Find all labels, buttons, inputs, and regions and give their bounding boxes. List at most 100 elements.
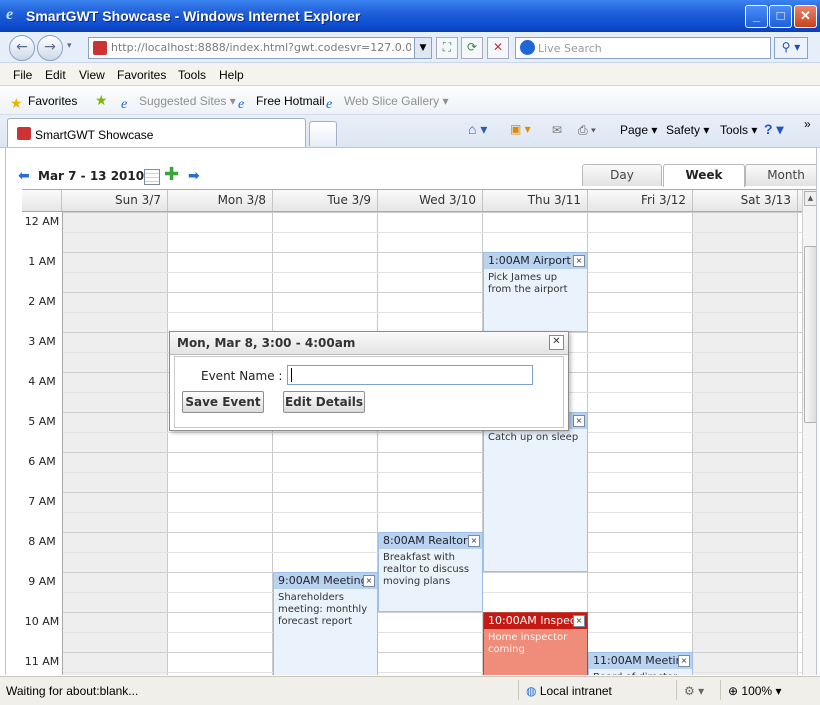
zoom-icon: ⊕ xyxy=(728,684,739,698)
protected-mode-icon[interactable]: ⚙ ▾ xyxy=(684,684,704,698)
back-button[interactable]: ← xyxy=(9,35,35,61)
close-window-button[interactable]: ✕ xyxy=(794,5,817,28)
search-button[interactable]: ⚲ ▾ xyxy=(774,37,808,59)
help-icon[interactable]: ? ▾ xyxy=(764,121,783,138)
history-dropdown-icon[interactable]: ▾ xyxy=(67,41,72,51)
day-header[interactable]: Thu 3/11 xyxy=(483,190,588,211)
free-hotmail-link[interactable]: e Free Hotmail xyxy=(238,94,325,112)
ie-logo-icon: e xyxy=(6,6,14,23)
feeds-icon[interactable]: ▣ ▾ xyxy=(510,122,531,136)
half-hour-line xyxy=(22,632,802,633)
dialog-form: Event Name : Save Event Edit Details xyxy=(174,356,564,428)
day-column[interactable] xyxy=(63,212,168,675)
edit-details-button[interactable]: Edit Details xyxy=(283,391,365,413)
calendar-event[interactable]: × Catch up on sleep xyxy=(483,412,588,572)
previous-week-arrow-icon[interactable]: ⬅ xyxy=(18,169,32,183)
menu-favorites[interactable]: Favorites xyxy=(117,68,166,82)
maximize-button[interactable]: □ xyxy=(769,5,792,28)
add-favorite-icon[interactable]: ★ xyxy=(95,92,108,109)
scroll-up-arrow-icon[interactable]: ▲ xyxy=(804,191,816,206)
tab-day[interactable]: Day xyxy=(582,164,662,186)
delete-event-icon[interactable]: × xyxy=(363,575,375,587)
next-week-arrow-icon[interactable]: ➡ xyxy=(188,169,202,183)
day-column[interactable] xyxy=(693,212,798,675)
time-column: 12 AM 1 AM 2 AM 3 AM 4 AM 5 AM 6 AM 7 AM 8 AM 9 A… xyxy=(22,212,63,675)
event-title-text: 10:00AM Inspect xyxy=(488,614,581,627)
menu-file[interactable]: File xyxy=(13,68,32,82)
calendar-event[interactable]: 1:00AM Airport r × Pick James up from the … xyxy=(483,252,588,332)
day-column[interactable] xyxy=(168,212,273,675)
home-icon[interactable]: ⌂ ▾ xyxy=(468,121,487,138)
delete-event-icon[interactable]: × xyxy=(678,655,690,667)
day-column[interactable] xyxy=(588,212,693,675)
search-placeholder[interactable]: Live Search xyxy=(538,42,602,55)
day-header[interactable]: Tue 3/9 xyxy=(273,190,378,211)
calendar-event[interactable]: 9:00AM Meeting × Shareholders meeting: mon… xyxy=(273,572,378,675)
read-mail-icon[interactable]: ✉ xyxy=(552,123,562,137)
status-divider xyxy=(518,680,519,700)
address-field[interactable]: http://localhost:8888/index.html?gwt.cod… xyxy=(88,37,432,59)
url-text[interactable]: http://localhost:8888/index.html?gwt.cod… xyxy=(111,41,411,54)
print-icon[interactable]: ⎙ ▾ xyxy=(578,123,596,138)
calendar-event[interactable]: 8:00AM Realtor × Breakfast with realtor to… xyxy=(378,532,483,612)
stop-icon[interactable]: ✕ xyxy=(487,37,509,59)
tab-week[interactable]: Week xyxy=(663,164,745,187)
zoom-control[interactable]: ⊕ 100% ▾ xyxy=(728,684,781,698)
header-spacer xyxy=(22,190,62,211)
menu-edit[interactable]: Edit xyxy=(45,68,66,82)
calendar-scrollbar[interactable]: ▲ xyxy=(802,190,816,675)
suggested-sites-link[interactable]: e Suggested Sites ▾ xyxy=(121,94,236,112)
day-header[interactable]: Sat 3/13 xyxy=(693,190,798,211)
event-title[interactable]: 9:00AM Meeting × xyxy=(274,573,377,589)
safety-menu[interactable]: Safety ▾ xyxy=(666,123,709,137)
compatibility-view-icon[interactable]: ⛶ xyxy=(436,37,458,59)
status-divider xyxy=(676,680,677,700)
day-header[interactable]: Fri 3/12 xyxy=(588,190,693,211)
add-event-icon[interactable]: ✚ xyxy=(164,166,179,184)
address-dropdown-icon[interactable]: ▼ xyxy=(414,38,431,58)
day-header[interactable]: Wed 3/10 xyxy=(378,190,483,211)
minimize-button[interactable]: _ xyxy=(745,5,768,28)
security-zone[interactable]: ◍ Local intranet xyxy=(526,684,612,698)
address-toolbar: ← → ▾ http://localhost:8888/index.html?g… xyxy=(0,32,820,63)
tools-menu[interactable]: Tools ▾ xyxy=(720,123,757,137)
web-slice-gallery-link[interactable]: e Web Slice Gallery ▾ xyxy=(326,94,449,112)
window-title: SmartGWT Showcase - Windows Internet Exp… xyxy=(26,8,361,24)
event-title[interactable]: 11:00AM Meetin × xyxy=(589,653,692,669)
favorites-button[interactable]: ★ Favorites xyxy=(10,94,77,110)
save-event-button[interactable]: Save Event xyxy=(182,391,264,413)
menu-help[interactable]: Help xyxy=(219,68,244,82)
forward-button[interactable]: → xyxy=(37,35,63,61)
event-title[interactable]: 1:00AM Airport r × xyxy=(484,253,587,269)
day-header[interactable]: Mon 3/8 xyxy=(168,190,273,211)
delete-event-icon[interactable]: × xyxy=(573,255,585,267)
menu-tools[interactable]: Tools xyxy=(178,68,206,82)
page-menu[interactable]: Page ▾ xyxy=(620,123,657,137)
event-name-input[interactable] xyxy=(287,365,533,385)
tab-month[interactable]: Month xyxy=(745,164,816,186)
calendar-event[interactable]: 11:00AM Meetin×Board of director xyxy=(588,652,693,675)
menu-view[interactable]: View xyxy=(79,68,105,82)
title-bar: e SmartGWT Showcase - Windows Internet E… xyxy=(0,0,820,32)
refresh-icon[interactable]: ⟳ xyxy=(461,37,483,59)
delete-event-icon[interactable]: × xyxy=(468,535,480,547)
day-header[interactable]: Sun 3/7 xyxy=(63,190,168,211)
new-tab-button[interactable] xyxy=(309,121,337,146)
scrollbar-thumb[interactable] xyxy=(804,246,816,423)
status-bar: Waiting for about:blank... ◍ Local intra… xyxy=(0,676,820,705)
half-hour-line xyxy=(22,272,802,273)
hour-line xyxy=(22,612,802,613)
hour-line xyxy=(22,452,802,453)
hour-label: 6 AM xyxy=(28,455,56,468)
search-box[interactable]: Live Search xyxy=(515,37,771,59)
delete-event-icon[interactable]: × xyxy=(573,615,585,627)
calendar-event[interactable]: 10:00AM Inspect × Home inspector coming xyxy=(483,612,588,675)
tab-smartgwt-showcase[interactable]: SmartGWT Showcase xyxy=(7,118,306,147)
dialog-close-icon[interactable]: ✕ xyxy=(549,335,564,350)
event-title[interactable]: 10:00AM Inspect × xyxy=(484,613,587,629)
date-picker-icon[interactable] xyxy=(144,169,160,185)
event-title[interactable]: 8:00AM Realtor × xyxy=(379,533,482,549)
delete-event-icon[interactable]: × xyxy=(573,415,585,427)
chevron-more-icon[interactable]: » xyxy=(804,117,811,131)
event-description: Breakfast with realtor to discuss moving… xyxy=(383,552,470,587)
